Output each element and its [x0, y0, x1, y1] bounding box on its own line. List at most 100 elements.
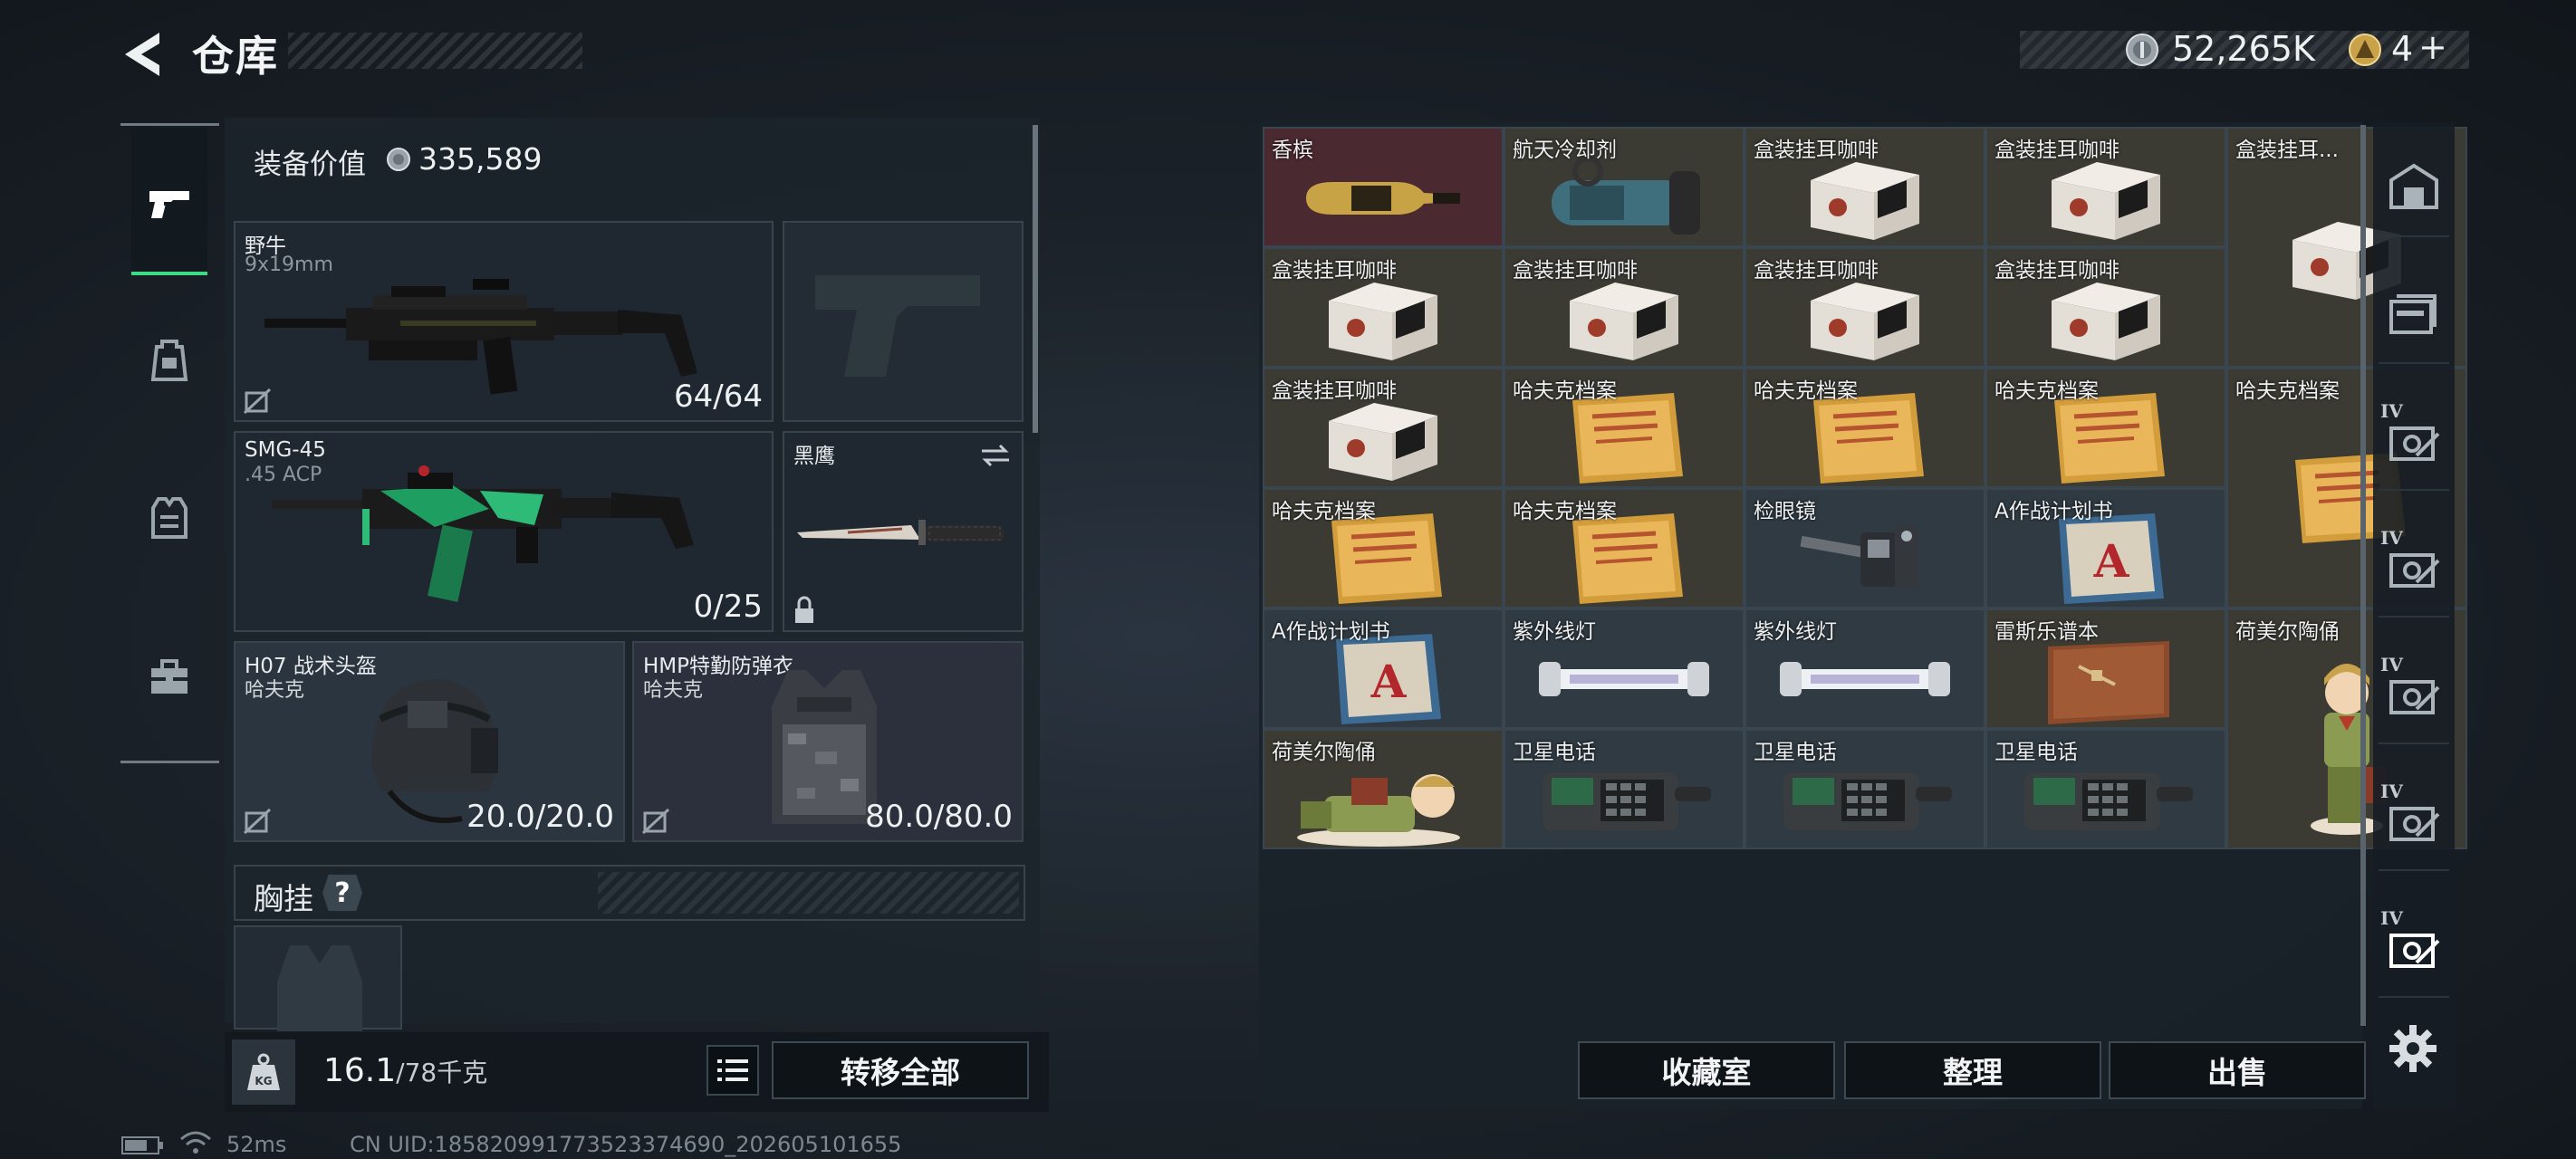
battery-icon — [121, 1135, 165, 1155]
storage-item-champagne-bottle[interactable]: 香槟 — [1263, 127, 1504, 247]
storage-item-ceramic-figurine-lying[interactable]: 荷美尔陶俑 — [1263, 729, 1504, 849]
storage-item-music-book[interactable]: 雷斯乐谱本 — [1985, 608, 2226, 729]
collection-room-button[interactable]: 收藏室 — [1578, 1041, 1835, 1099]
secondary-weapon-slot[interactable]: SMG-45 .45 ACP 0/25 — [234, 431, 774, 632]
list-icon — [717, 1059, 748, 1081]
storage-item-coffee-box[interactable]: 盒装挂耳咖啡 — [1263, 368, 1504, 488]
kg-badge: KG — [255, 1075, 272, 1087]
chest-rig-slot[interactable] — [234, 925, 402, 1031]
svg-text:A: A — [1370, 655, 1408, 708]
nav-tab-weapons[interactable] — [131, 158, 207, 249]
armor-slot[interactable]: HMP特勤防弹衣 哈夫克 80.0/80.0 — [632, 641, 1024, 842]
lock-icon — [792, 596, 817, 625]
archive-folder-icon — [1505, 391, 1743, 486]
safe-box-icon — [2386, 923, 2442, 972]
knife-image — [797, 520, 1004, 545]
storage-item-coffee-box[interactable]: 盒装挂耳咖啡 — [1985, 247, 2226, 368]
pistol-icon — [149, 191, 189, 218]
tier-badge: IV — [2380, 781, 2403, 802]
storage-item-satellite-phone[interactable]: 卫星电话 — [1745, 729, 1985, 849]
no-insurance-icon — [641, 808, 670, 835]
swap-icon[interactable] — [978, 442, 1013, 469]
back-button[interactable] — [120, 27, 165, 81]
equipment-value-amount: 335,589 — [418, 141, 543, 177]
wifi-icon — [178, 1130, 214, 1155]
transfer-all-button[interactable]: 转移全部 — [772, 1041, 1029, 1099]
storage-item-name: 哈夫克档案 — [1754, 379, 1858, 403]
sell-button[interactable]: 出售 — [2109, 1041, 2366, 1099]
storage-item-uv-lamp[interactable]: 紫外线灯 — [1504, 608, 1745, 729]
coolant-canister-icon — [1505, 150, 1743, 245]
storage-item-uv-lamp[interactable]: 紫外线灯 — [1745, 608, 1985, 729]
primary-weapon-slot[interactable]: 野牛 9x19mm 64/64 — [234, 221, 774, 422]
list-view-button[interactable] — [706, 1045, 759, 1096]
pistol-slot-empty[interactable] — [783, 221, 1024, 422]
storage-tab-1[interactable] — [2379, 138, 2449, 237]
weapon-magazine: 64/64 — [674, 378, 763, 415]
storage-tab-4[interactable]: IV — [2379, 518, 2449, 618]
archive-folder-icon — [1987, 391, 2225, 486]
uv-lamp-icon — [1746, 632, 1984, 727]
ping-text: 52ms — [226, 1132, 287, 1157]
storage-item-name: 卫星电话 — [1754, 741, 1837, 764]
settings-button[interactable] — [2386, 1021, 2440, 1076]
organize-button[interactable]: 整理 — [1844, 1041, 2101, 1099]
storage-tab-6[interactable]: IV — [2379, 771, 2449, 871]
vest-icon — [151, 497, 187, 539]
helmet-slot[interactable]: H07 战术头盔 哈夫克 20.0/20.0 — [234, 641, 625, 842]
weight-current: 16.1 — [323, 1052, 397, 1089]
storage-item-name: 哈夫克档案 — [1513, 379, 1617, 403]
storage-item-plan-book[interactable]: A A作战计划书 — [1263, 608, 1504, 729]
nav-tab-gear[interactable] — [131, 315, 207, 406]
storage-item-archive-folder[interactable]: 哈夫克档案 — [1263, 488, 1504, 608]
storage-item-name: 盒装挂耳咖啡 — [1513, 259, 1638, 283]
storage-item-name: 盒装挂耳咖啡 — [1754, 259, 1879, 283]
ophthalmoscope-icon — [1746, 512, 1984, 607]
storage-item-plan-book[interactable]: A A作战计划书 — [1985, 488, 2226, 608]
storage-item-coolant-canister[interactable]: 航天冷却剂 — [1504, 127, 1745, 247]
storage-tab-3[interactable]: IV — [2379, 391, 2449, 491]
melee-name: 黑鹰 — [793, 445, 835, 468]
ticket-amount: 4 — [2391, 29, 2414, 69]
coffee-box-icon — [1746, 150, 1984, 245]
chest-rig-placeholder-icon — [277, 945, 362, 1031]
storage-tab-2[interactable] — [2379, 264, 2449, 364]
storage-item-coffee-box[interactable]: 盒装挂耳咖啡 — [1504, 247, 1745, 368]
storage-item-ophthalmoscope[interactable]: 检眼镜 — [1745, 488, 1985, 608]
satellite-phone-icon — [1987, 752, 2225, 848]
tier-badge: IV — [2380, 907, 2403, 929]
archive-folder-icon — [1505, 512, 1743, 607]
storage-scrollbar[interactable] — [2360, 125, 2366, 1026]
equipment-scrollbar[interactable] — [1033, 125, 1038, 433]
add-currency-button[interactable]: + — [2418, 27, 2447, 67]
storage-tab-5[interactable]: IV — [2379, 645, 2449, 744]
tier-badge: IV — [2380, 400, 2403, 422]
back-arrow-icon — [125, 33, 159, 76]
storage-item-archive-folder[interactable]: 哈夫克档案 — [1745, 368, 1985, 488]
storage-item-satellite-phone[interactable]: 卫星电话 — [1504, 729, 1745, 849]
nav-tab-supplies[interactable] — [131, 632, 207, 723]
coffee-box-icon — [1505, 271, 1743, 366]
plan-book-icon: A — [1987, 512, 2225, 607]
armor-durability: 80.0/80.0 — [865, 799, 1013, 835]
weight-max: /78千克 — [396, 1058, 488, 1087]
nav-tab-armor[interactable] — [131, 473, 207, 563]
safe-box-icon — [2386, 796, 2442, 845]
storage-item-coffee-box[interactable]: 盒装挂耳咖啡 — [1263, 247, 1504, 368]
help-button[interactable]: ? — [322, 875, 362, 911]
storage-item-name: A作战计划书 — [1994, 500, 2113, 523]
storage-item-archive-folder[interactable]: 哈夫克档案 — [1985, 368, 2226, 488]
storage-item-name: 检眼镜 — [1754, 500, 1816, 523]
storage-item-name: 荷美尔陶俑 — [1272, 741, 1376, 764]
toolbox-icon — [151, 659, 187, 694]
storage-item-coffee-box[interactable]: 盒装挂耳咖啡 — [1985, 127, 2226, 247]
storage-item-archive-folder[interactable]: 哈夫克档案 — [1504, 368, 1745, 488]
nav-divider-top — [120, 123, 219, 126]
storage-item-archive-folder[interactable]: 哈夫克档案 — [1504, 488, 1745, 608]
storage-item-coffee-box[interactable]: 盒装挂耳咖啡 — [1745, 247, 1985, 368]
storage-tab-7[interactable]: IV — [2379, 898, 2449, 998]
storage-item-coffee-box[interactable]: 盒装挂耳咖啡 — [1745, 127, 1985, 247]
melee-slot[interactable]: 黑鹰 — [783, 431, 1024, 632]
storage-item-satellite-phone[interactable]: 卫星电话 — [1985, 729, 2226, 849]
title-decoration — [288, 33, 582, 69]
